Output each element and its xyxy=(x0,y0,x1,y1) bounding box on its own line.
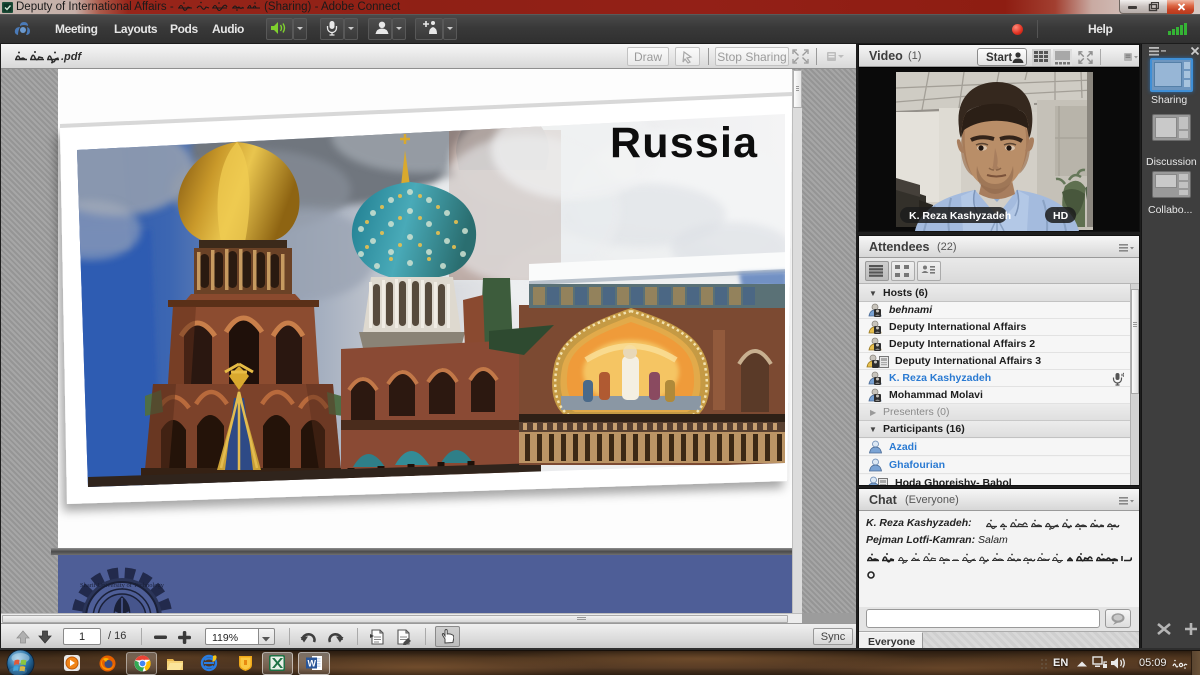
svg-text:Russia: Russia xyxy=(610,119,758,167)
svg-text:HD: HD xyxy=(1053,210,1069,222)
svg-text:K. Reza Kashyzadeh: K. Reza Kashyzadeh xyxy=(909,210,1011,222)
svg-text:Sharif University of Technolog: Sharif University of Technology xyxy=(80,582,165,589)
svg-text:W: W xyxy=(308,659,317,669)
svg-text:.pdf: .pdf xyxy=(61,51,82,63)
